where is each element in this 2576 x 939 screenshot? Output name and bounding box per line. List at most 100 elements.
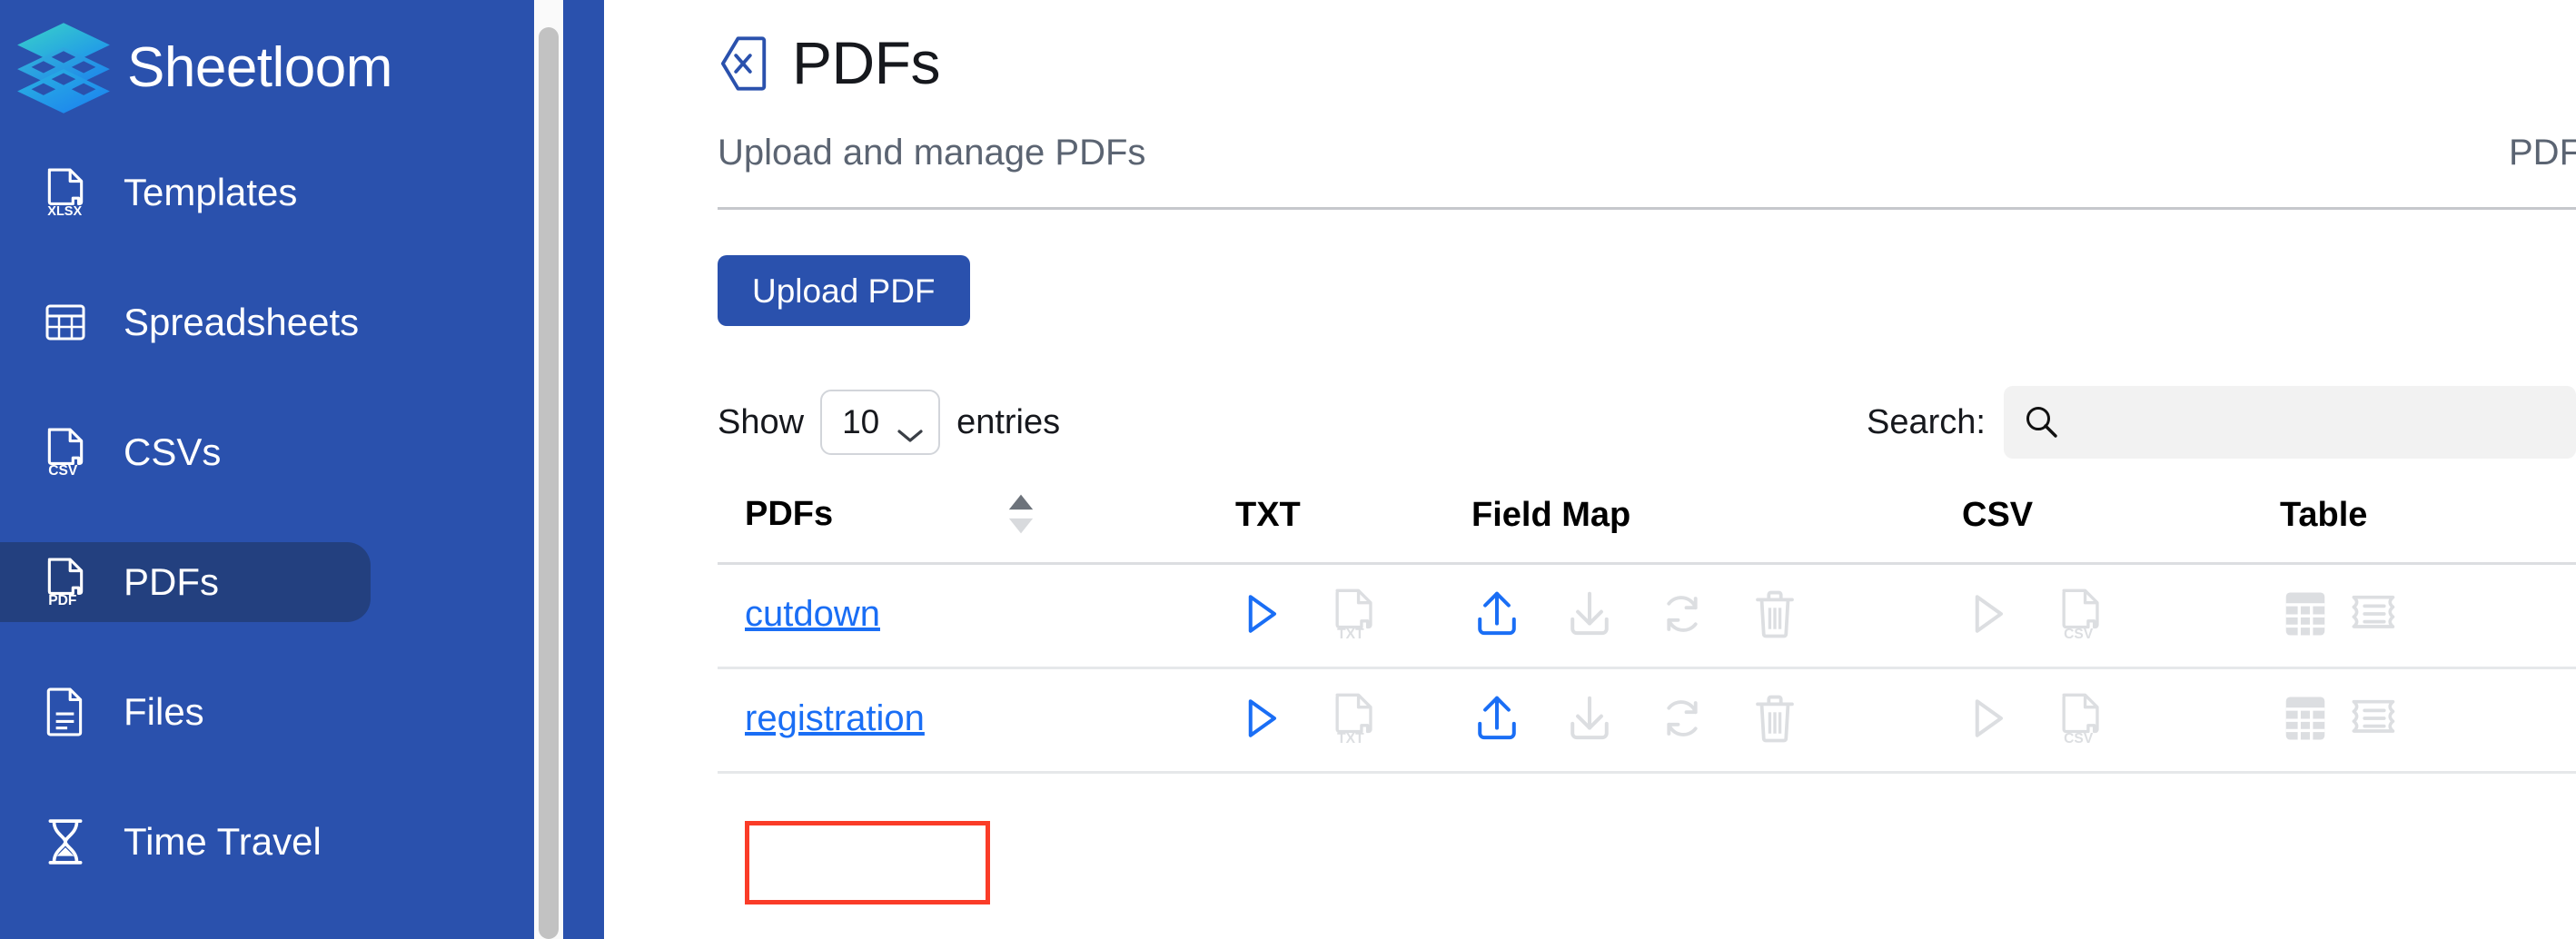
- page-header-right-label: PDF: [2509, 133, 2576, 173]
- sidebar-item-pdfs[interactable]: PDF PDFs: [0, 542, 371, 622]
- cell-field-map-actions: [1471, 667, 1962, 774]
- cell-pdf-name: registration: [718, 667, 1235, 774]
- play-icon: [1962, 588, 2013, 639]
- svg-text:TXT: TXT: [1337, 731, 1364, 745]
- csv-file-icon: CSV: [2055, 693, 2105, 745]
- download-icon: [1564, 588, 1615, 639]
- cell-table-actions: [2280, 563, 2576, 669]
- sidebar-item-time-travel[interactable]: Time Travel: [0, 802, 371, 882]
- pdf-file-link[interactable]: cutdown: [745, 594, 880, 634]
- sidebar-item-csvs[interactable]: CSV CSVs: [0, 412, 371, 492]
- search-input-wrapper[interactable]: [2004, 386, 2576, 459]
- sidebar-item-label: PDFs: [124, 560, 219, 603]
- sidebar-item-label: Templates: [124, 171, 298, 213]
- page-size-value: 10: [842, 403, 880, 440]
- show-label: Show: [718, 402, 805, 441]
- table-header-row: PDFs TXT Field Map CSV Table: [718, 493, 2576, 565]
- column-header-label: TXT: [1235, 496, 1301, 534]
- csv-file-icon: CSV: [2055, 588, 2105, 640]
- play-icon[interactable]: [1235, 588, 1286, 639]
- table-controls: Show 10 entries Search:: [718, 386, 2576, 459]
- search-control: Search:: [1867, 386, 2576, 459]
- column-header-label: Table: [2280, 496, 2368, 534]
- column-header-label: Field Map: [1471, 496, 1631, 534]
- svg-text:CSV: CSV: [48, 463, 78, 477]
- sort-indicator-icon: [1006, 493, 1036, 535]
- upload-icon[interactable]: [1471, 588, 1522, 639]
- cell-field-map-actions: [1471, 563, 1962, 669]
- cell-table-actions: [2280, 667, 2576, 774]
- xlsx-file-icon: XLSX: [44, 168, 87, 217]
- search-input[interactable]: [2060, 386, 2576, 459]
- svg-text:XLSX: XLSX: [47, 204, 82, 217]
- hourglass-icon: [44, 817, 87, 866]
- search-icon: [2024, 404, 2060, 440]
- subheader-row: Upload and manage PDFs PDF: [718, 134, 2576, 171]
- search-label: Search:: [1867, 402, 1986, 441]
- column-header-label: CSV: [1962, 496, 2034, 534]
- download-icon: [1564, 693, 1615, 744]
- pdfs-table: PDFs TXT Field Map CSV Table cutdown TXT…: [718, 493, 2576, 774]
- table-head: PDFs TXT Field Map CSV Table: [718, 493, 2576, 565]
- csv-file-icon: CSV: [44, 428, 87, 477]
- refresh-icon: [1657, 693, 1708, 744]
- chevron-down-icon: [897, 414, 924, 442]
- refresh-icon: [1657, 588, 1708, 639]
- table-grid-icon: [44, 298, 87, 347]
- column-header-field-map: Field Map: [1471, 493, 1962, 565]
- sidebar-item-files[interactable]: Files: [0, 672, 371, 752]
- play-icon: [1962, 693, 2013, 744]
- show-entries-control: Show 10 entries: [718, 390, 1060, 455]
- svg-text:CSV: CSV: [2064, 731, 2094, 745]
- column-header-pdfs[interactable]: PDFs: [718, 493, 1235, 565]
- trash-icon: [1749, 588, 1800, 639]
- cell-csv-actions: CSV: [1962, 563, 2280, 669]
- column-header-txt: TXT: [1235, 493, 1471, 565]
- sidebar-item-patterns[interactable]: Patterns: [0, 932, 371, 939]
- svg-text:PDF: PDF: [48, 593, 76, 607]
- sidebar-scrollbar-thumb[interactable]: [539, 27, 559, 939]
- app-root: Sheetloom XLSX Templates Spreadsheets CS…: [0, 0, 2576, 939]
- column-header-csv: CSV: [1962, 493, 2280, 565]
- brand[interactable]: Sheetloom: [0, 0, 604, 136]
- document-icon: [44, 687, 87, 736]
- pdf-file-icon: PDF: [44, 558, 87, 607]
- upload-pdf-button[interactable]: Upload PDF: [718, 255, 970, 326]
- hexagon-x-icon: [718, 35, 768, 91]
- cell-txt-actions: TXT: [1235, 667, 1471, 774]
- page-title: PDFs: [792, 29, 941, 96]
- column-header-label: PDFs: [745, 494, 834, 533]
- data-card-icon: [2349, 693, 2400, 744]
- table-grid-icon: [2280, 588, 2331, 639]
- sidebar-item-spreadsheets[interactable]: Spreadsheets: [0, 282, 371, 362]
- sidebar: Sheetloom XLSX Templates Spreadsheets CS…: [0, 0, 604, 939]
- layers-stack-icon: [13, 21, 114, 115]
- brand-name: Sheetloom: [127, 36, 392, 99]
- upload-icon[interactable]: [1471, 693, 1522, 744]
- sidebar-item-label: Files: [124, 690, 204, 733]
- page-subtitle: Upload and manage PDFs: [718, 133, 1146, 173]
- page-header: PDFs: [718, 5, 2576, 105]
- pdf-file-link[interactable]: registration: [745, 698, 925, 738]
- table-grid-icon: [2280, 693, 2331, 744]
- table-row: cutdown TXT CSV: [718, 563, 2576, 669]
- sidebar-item-label: Spreadsheets: [124, 301, 360, 343]
- main-content: PDFs Upload and manage PDFs PDF Upload P…: [604, 0, 2576, 939]
- play-icon[interactable]: [1235, 693, 1286, 744]
- trash-icon: [1749, 693, 1800, 744]
- cell-csv-actions: CSV: [1962, 667, 2280, 774]
- data-card-icon: [2349, 588, 2400, 639]
- table-row: registration TXT CSV: [718, 667, 2576, 774]
- cell-pdf-name: cutdown: [718, 563, 1235, 669]
- cell-txt-actions: TXT: [1235, 563, 1471, 669]
- svg-text:CSV: CSV: [2064, 627, 2094, 640]
- sidebar-nav: XLSX Templates Spreadsheets CSV CSVs PDF…: [0, 153, 604, 939]
- page-size-select[interactable]: 10: [820, 390, 941, 455]
- txt-file-icon: TXT: [1328, 588, 1379, 640]
- sidebar-item-label: CSVs: [124, 430, 222, 473]
- sidebar-item-templates[interactable]: XLSX Templates: [0, 153, 371, 232]
- column-header-table: Table: [2280, 493, 2576, 565]
- txt-file-icon: TXT: [1328, 693, 1379, 745]
- header-divider: [718, 207, 2576, 210]
- svg-text:TXT: TXT: [1337, 627, 1364, 640]
